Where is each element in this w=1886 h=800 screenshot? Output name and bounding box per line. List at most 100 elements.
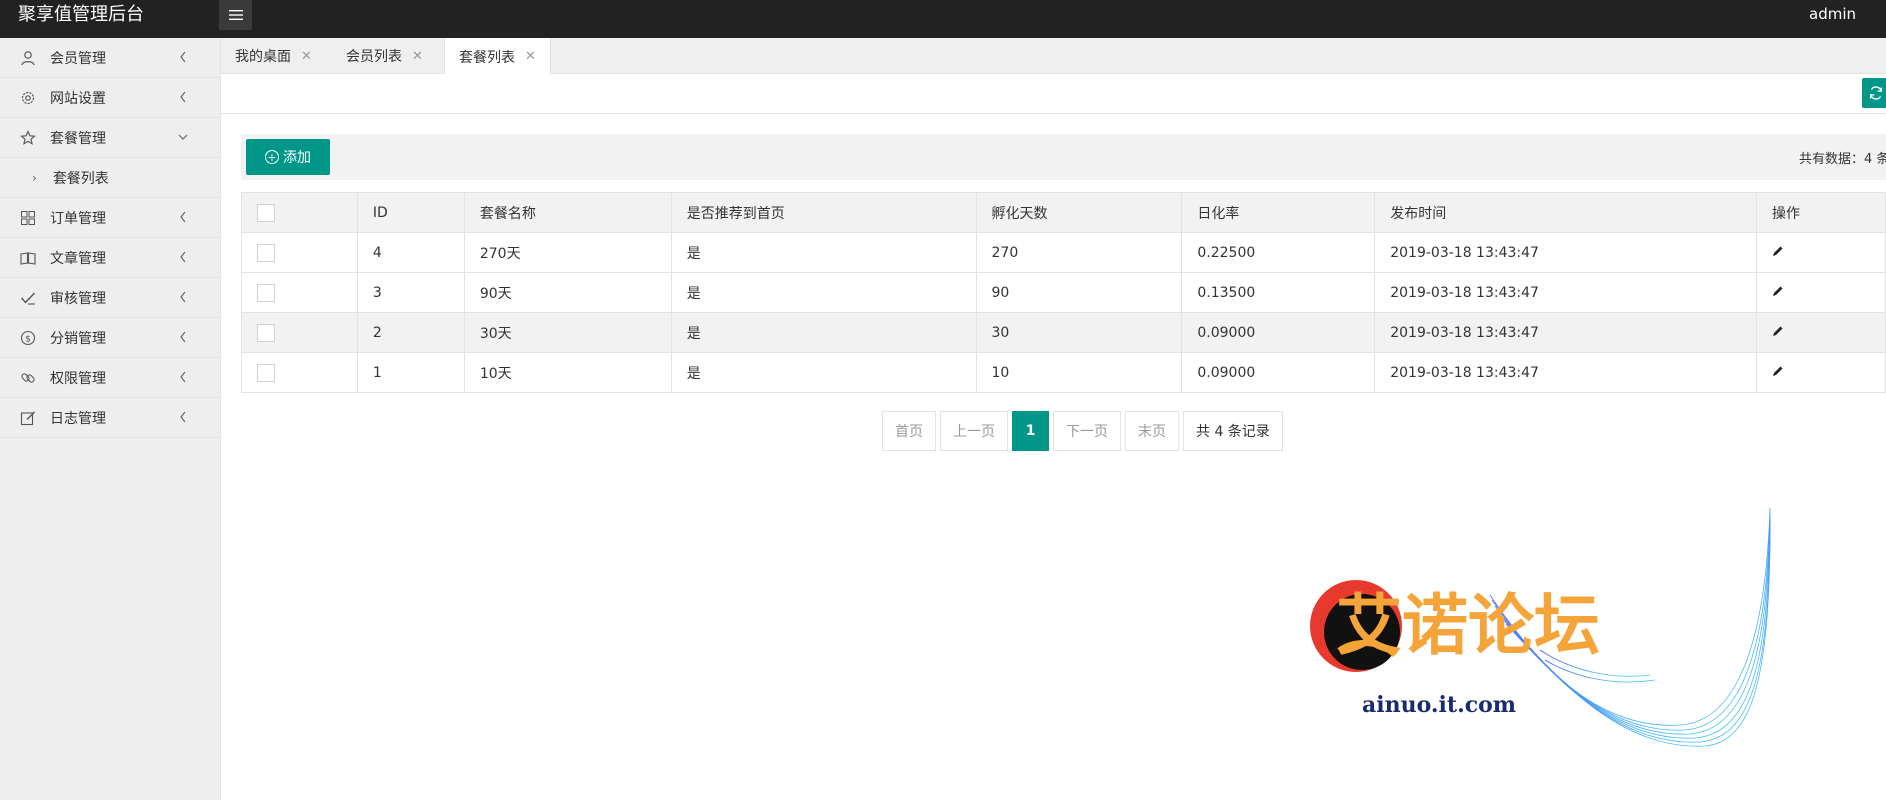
gear-icon (20, 90, 36, 106)
edit-icon (20, 410, 36, 426)
tab-member-list[interactable]: 会员列表 ✕ (332, 38, 437, 74)
sidebar-item-distribution[interactable]: $ 分销管理 (0, 318, 220, 358)
column-header[interactable]: 日化率 (1181, 192, 1376, 233)
link-icon (20, 370, 36, 386)
svg-text:$: $ (25, 334, 31, 344)
last-page-button[interactable]: 末页 (1125, 411, 1179, 451)
sidebar-item-label: 文章管理 (50, 250, 106, 267)
chevron-left-icon (180, 251, 186, 263)
sidebar-item-members[interactable]: 会员管理 (0, 38, 220, 78)
refresh-button[interactable] (1862, 78, 1886, 108)
cell-id: 1 (356, 352, 465, 393)
cell-name: 270天 (463, 232, 672, 273)
row-checkbox[interactable] (257, 243, 275, 262)
user-icon (20, 50, 36, 66)
select-all-checkbox[interactable] (257, 203, 275, 222)
cell-days: 270 (975, 232, 1183, 273)
sidebar-item-label: 会员管理 (50, 50, 106, 67)
sidebar-item-permissions[interactable]: 权限管理 (0, 358, 220, 398)
sidebar-item-label: 网站设置 (50, 90, 106, 107)
book-icon (20, 250, 36, 266)
content-subbar (221, 74, 1886, 114)
top-header: 聚享值管理后台 admin (0, 0, 1886, 38)
tab-package-list[interactable]: 套餐列表 ✕ (444, 38, 551, 75)
watermark-logo: 艾诺论坛 ainuo.it.com (1310, 507, 1771, 747)
cell-time: 2019-03-18 13:43:47 (1374, 312, 1757, 353)
app-title: 聚享值管理后台 (18, 4, 144, 25)
row-checkbox[interactable] (257, 323, 275, 342)
pencil-icon[interactable] (1772, 325, 1784, 337)
table-header-row: ID 套餐名称 是否推荐到首页 孵化天数 日化率 发布时间 操作 (241, 192, 1886, 233)
column-header[interactable]: ID (356, 192, 465, 233)
close-icon[interactable]: ✕ (412, 49, 423, 64)
prev-page-button[interactable]: 上一页 (940, 411, 1008, 451)
sidebar-item-label: 审核管理 (50, 290, 106, 307)
cell-rate: 0.09000 (1181, 312, 1376, 353)
sidebar-item-site-settings[interactable]: 网站设置 (0, 78, 220, 118)
check-icon (20, 290, 36, 306)
menu-toggle-button[interactable] (219, 0, 252, 30)
sidebar-item-packages[interactable]: 套餐管理 (0, 118, 220, 158)
sidebar-item-articles[interactable]: 文章管理 (0, 238, 220, 278)
chevron-down-icon (178, 134, 188, 140)
sidebar-item-label: 权限管理 (50, 370, 106, 387)
next-page-button[interactable]: 下一页 (1053, 411, 1121, 451)
chevron-left-icon (180, 51, 186, 63)
action-bar: + 添加 共有数据：4 条 (241, 134, 1886, 180)
current-page[interactable]: 1 (1012, 411, 1049, 451)
chevron-left-icon (180, 91, 186, 103)
pencil-icon[interactable] (1772, 365, 1784, 377)
first-page-button[interactable]: 首页 (882, 411, 936, 451)
cell-recommend: 是 (670, 272, 977, 313)
cell-recommend: 是 (670, 232, 977, 273)
add-button[interactable]: + 添加 (246, 139, 330, 175)
cell-time: 2019-03-18 13:43:47 (1374, 232, 1757, 273)
sidebar-item-label: 订单管理 (50, 210, 106, 227)
cell-name: 30天 (463, 312, 672, 353)
sidebar: 会员管理 网站设置 套餐管理 › 套餐列表 订单管理 文章管理 审核管理 $ 分… (0, 38, 221, 800)
close-icon[interactable]: ✕ (301, 49, 312, 64)
chevron-left-icon (180, 211, 186, 223)
hamburger-icon (228, 10, 243, 20)
column-header: 操作 (1756, 192, 1886, 233)
user-menu[interactable]: admin (1809, 5, 1856, 23)
cell-time: 2019-03-18 13:43:47 (1374, 352, 1757, 393)
sidebar-subitem-label: 套餐列表 (52, 170, 109, 187)
close-icon[interactable]: ✕ (525, 49, 536, 64)
cell-days: 10 (975, 352, 1183, 393)
grid-icon (20, 210, 36, 226)
column-header[interactable]: 孵化天数 (975, 192, 1183, 233)
chevron-right-icon: › (32, 170, 37, 185)
cell-id: 4 (356, 232, 465, 273)
tab-my-desktop[interactable]: 我的桌面 ✕ (221, 38, 326, 74)
cell-id: 3 (356, 272, 465, 313)
sidebar-item-label: 套餐管理 (50, 130, 106, 147)
cell-rate: 0.13500 (1181, 272, 1376, 313)
package-table: ID 套餐名称 是否推荐到首页 孵化天数 日化率 发布时间 操作 4 270天 … (241, 192, 1886, 393)
column-header[interactable]: 是否推荐到首页 (670, 192, 977, 233)
sidebar-subitem-package-list[interactable]: › 套餐列表 (0, 158, 220, 198)
sidebar-item-orders[interactable]: 订单管理 (0, 198, 220, 238)
sidebar-item-label: 日志管理 (50, 410, 106, 427)
cell-days: 30 (975, 312, 1183, 353)
add-button-label: 添加 (283, 150, 311, 166)
cell-days: 90 (975, 272, 1183, 313)
row-checkbox[interactable] (257, 363, 275, 382)
total-count: 共有数据：4 条 (1799, 152, 1886, 167)
pagination: 首页 上一页 1 下一页 末页 共 4 条记录 (882, 411, 1287, 451)
sidebar-item-review[interactable]: 审核管理 (0, 278, 220, 318)
tab-label: 套餐列表 (459, 49, 515, 66)
tab-bar: 我的桌面 ✕ 会员列表 ✕ 套餐列表 ✕ (221, 38, 1886, 75)
column-header[interactable]: 套餐名称 (463, 192, 672, 233)
watermark-title: 艾诺论坛 (1336, 587, 1600, 664)
column-header[interactable]: 发布时间 (1374, 192, 1757, 233)
row-checkbox[interactable] (257, 283, 275, 302)
pencil-icon[interactable] (1772, 245, 1784, 257)
pencil-icon[interactable] (1772, 285, 1784, 297)
cell-rate: 0.09000 (1181, 352, 1376, 393)
chevron-left-icon (180, 331, 186, 343)
cell-recommend: 是 (670, 312, 977, 353)
sidebar-item-logs[interactable]: 日志管理 (0, 398, 220, 438)
dollar-icon: $ (20, 330, 36, 346)
sidebar-item-label: 分销管理 (50, 330, 106, 347)
